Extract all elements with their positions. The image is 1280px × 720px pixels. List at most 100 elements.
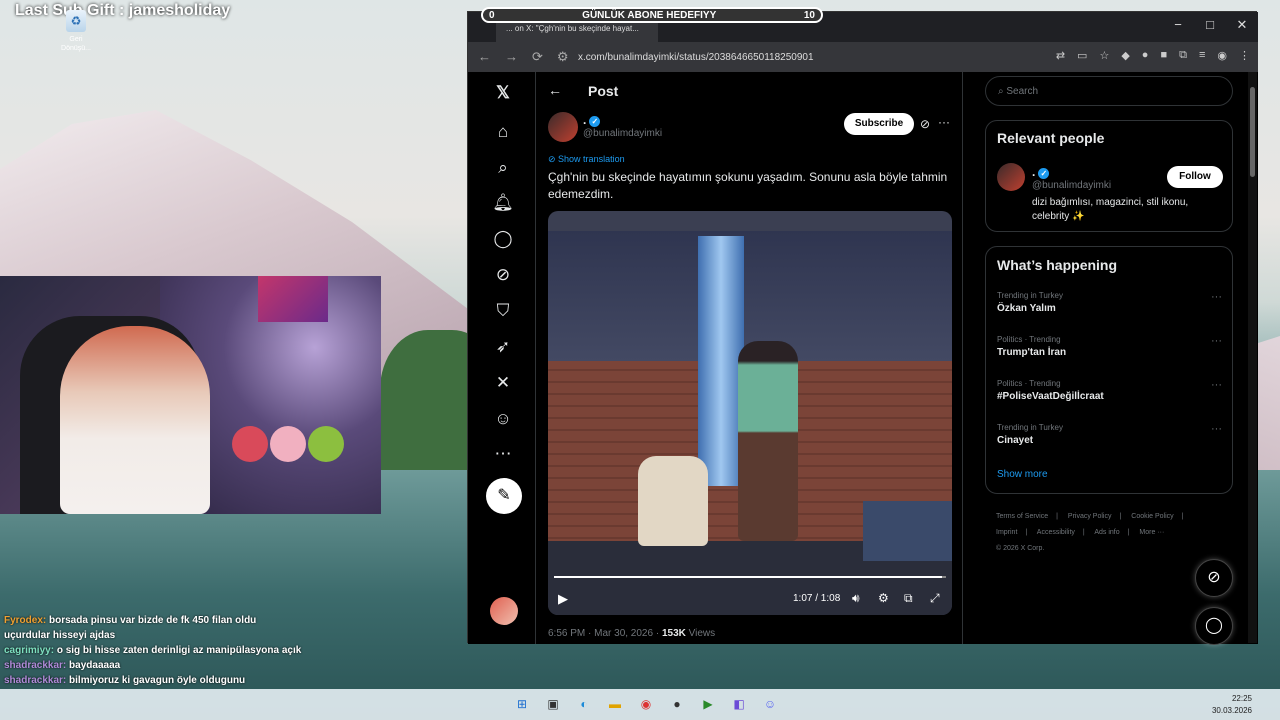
clock-date: 30.03.2026: [1211, 706, 1252, 715]
forward-arrow-icon[interactable]: →: [505, 49, 518, 65]
x-footer: Terms of Service | Privacy Policy | Cookie…: [996, 513, 1184, 552]
more-options-icon[interactable]: ···: [1211, 379, 1222, 391]
chrome-icon[interactable]: ◉: [636, 694, 656, 714]
search-input[interactable]: ⌕ Search: [985, 76, 1233, 106]
notifications-bell-icon[interactable]: 🔔︎: [492, 192, 514, 214]
chat-message: Fyrodex: borsada pinsu var bizde de fk 4…: [4, 615, 257, 641]
url-field[interactable]: x.com/bunalimdayimki/status/203864665011…: [578, 52, 814, 63]
extension-icon[interactable]: ■: [1160, 49, 1167, 62]
views-count: 153K: [661, 628, 686, 639]
grok-fab-button[interactable]: ⊘: [1195, 559, 1233, 597]
footer-link[interactable]: Terms of Service: [996, 513, 1048, 520]
window-controls: − □ ✕: [1162, 12, 1258, 42]
more-options-icon[interactable]: ···: [1211, 291, 1222, 303]
show-translation-link[interactable]: ⊘ Show translation: [548, 154, 625, 165]
premium-x-icon[interactable]: ✕: [492, 372, 514, 394]
verified-badge-icon: ✓: [1038, 168, 1050, 179]
trend-item[interactable]: Trending in Turkey Cinayet ···: [997, 423, 1222, 446]
twitch-icon[interactable]: ◧: [729, 694, 749, 714]
post-meta: 6:56 PM · Mar 30, 2026 · 153K Views: [548, 628, 716, 639]
maximize-icon[interactable]: □: [1194, 12, 1226, 42]
more-circle-icon[interactable]: ⋯: [492, 443, 514, 465]
chat-message: shadrackkar: baydaaaaa: [4, 660, 121, 671]
trend-item[interactable]: Politics · Trending Trump'tan İran ···: [997, 335, 1222, 358]
back-arrow-icon[interactable]: ←: [548, 82, 562, 98]
discord-icon[interactable]: ☺: [760, 694, 780, 714]
recycle-bin-desktop-icon[interactable]: ♻ Geri Dönüşü...: [58, 10, 94, 53]
messages-fab-button[interactable]: ◯: [1195, 607, 1233, 645]
more-options-icon[interactable]: ···: [1211, 335, 1222, 347]
chrome-window: ... on X: "Çgh'nin bu skeçinde hayat... …: [467, 11, 1258, 645]
stream-chat-overlay: Fyrodex: borsada pinsu var bizde de fk 4…: [4, 613, 304, 688]
reload-icon[interactable]: ⟳: [532, 49, 543, 65]
extension-icon[interactable]: ●: [1142, 49, 1149, 62]
site-info-icon[interactable]: ⚙: [557, 49, 569, 65]
messages-icon[interactable]: ◯: [492, 228, 514, 250]
plush-toy: [232, 426, 268, 462]
footer-link[interactable]: Accessibility: [1037, 529, 1075, 536]
x-logo-icon[interactable]: 𝕏: [492, 82, 514, 104]
person-name[interactable]: . ✓: [1032, 165, 1050, 179]
video-player[interactable]: ▶ 1:07 / 1:08 🔊︎ ⚙ ⧉ ⤢: [548, 211, 952, 615]
picture-in-picture-icon[interactable]: ⧉: [904, 591, 913, 606]
settings-gear-icon[interactable]: ⚙: [878, 591, 889, 605]
file-explorer-icon[interactable]: ▬: [605, 694, 625, 714]
back-arrow-icon[interactable]: ←: [478, 49, 491, 65]
media-icon[interactable]: ≡: [1199, 49, 1205, 62]
author-avatar[interactable]: [548, 112, 578, 142]
show-more-link[interactable]: Show more: [997, 469, 1048, 480]
bookmark-star-icon[interactable]: ☆: [1099, 49, 1109, 62]
profile-icon[interactable]: ◉: [1217, 49, 1227, 62]
taskbar-clock[interactable]: 22:25 30.03.2026: [1212, 693, 1252, 717]
menu-kebab-icon[interactable]: ⋮: [1239, 49, 1250, 62]
extension-icons: ⇄ ▭ ☆ ◆ ● ■ ⧉ ≡ ◉ ⋮: [1056, 49, 1250, 62]
volume-icon[interactable]: 🔊︎: [852, 591, 860, 606]
footer-link[interactable]: More ···: [1139, 529, 1164, 536]
subscribe-button[interactable]: Subscribe: [844, 113, 914, 135]
goal-title: GÜNLÜK ABONE HEDEFIYY: [582, 9, 717, 21]
scrollbar-thumb[interactable]: [1250, 87, 1255, 177]
translate-icon[interactable]: ⇄: [1056, 49, 1065, 62]
footer-link[interactable]: Privacy Policy: [1068, 513, 1112, 520]
chat-message: shadrackkar: bilmiyoruz ki gavagun öyle …: [4, 675, 246, 686]
rocket-icon[interactable]: ➶: [492, 336, 514, 358]
person-handle[interactable]: @bunalimdayimki: [1032, 180, 1111, 191]
follow-button[interactable]: Follow: [1167, 166, 1223, 188]
recycle-bin-icon: ♻: [66, 10, 86, 32]
app-icon[interactable]: ▶: [698, 694, 718, 714]
more-options-icon[interactable]: ···: [1211, 423, 1222, 435]
footer-link[interactable]: Imprint: [996, 529, 1017, 536]
cast-icon[interactable]: ▭: [1077, 49, 1087, 62]
grok-icon[interactable]: ⊘: [492, 264, 514, 286]
footer-link[interactable]: Ads info: [1094, 529, 1119, 536]
play-icon[interactable]: ▶: [558, 591, 568, 607]
grok-icon[interactable]: ⊘: [920, 117, 930, 131]
more-options-icon[interactable]: ···: [938, 115, 950, 129]
start-windows-icon[interactable]: ⊞: [512, 694, 532, 714]
compose-post-button[interactable]: ✎: [486, 478, 522, 514]
obs-icon[interactable]: ●: [667, 694, 687, 714]
minimize-icon[interactable]: −: [1162, 12, 1194, 42]
video-progress-bar[interactable]: [554, 576, 946, 578]
profile-icon[interactable]: ☺: [492, 408, 514, 430]
fullscreen-icon[interactable]: ⤢: [930, 591, 940, 606]
extensions-puzzle-icon[interactable]: ⧉: [1179, 49, 1187, 62]
trend-item[interactable]: Trending in Turkey Özkan Yalım ···: [997, 291, 1222, 314]
task-view-icon[interactable]: ▣: [543, 694, 563, 714]
bookmarks-icon[interactable]: ⛉: [492, 300, 514, 322]
edge-icon[interactable]: ◐: [574, 694, 594, 714]
page-scrollbar[interactable]: [1248, 72, 1257, 643]
person-avatar[interactable]: [997, 163, 1025, 191]
footer-link[interactable]: Cookie Policy: [1131, 513, 1173, 520]
x-page: 𝕏 ⌂ ⌕ 🔔︎ ◯ ⊘ ⛉ ➶ ✕ ☺ ⋯ ✎ ← Post . ✓ @buna…: [468, 72, 1258, 645]
author-handle[interactable]: @bunalimdayimki: [583, 128, 662, 139]
extension-icon[interactable]: ◆: [1121, 49, 1129, 62]
close-icon[interactable]: ✕: [1226, 12, 1258, 42]
trend-item[interactable]: Politics · Trending #PoliseVaatDeğilİcraa…: [997, 379, 1222, 402]
search-icon[interactable]: ⌕: [492, 157, 514, 179]
account-avatar[interactable]: [490, 597, 518, 625]
author-name[interactable]: . ✓: [583, 113, 601, 127]
copyright: © 2026 X Corp.: [996, 545, 1045, 552]
home-icon[interactable]: ⌂: [492, 121, 514, 143]
whats-happening-title: What’s happening: [997, 257, 1118, 273]
